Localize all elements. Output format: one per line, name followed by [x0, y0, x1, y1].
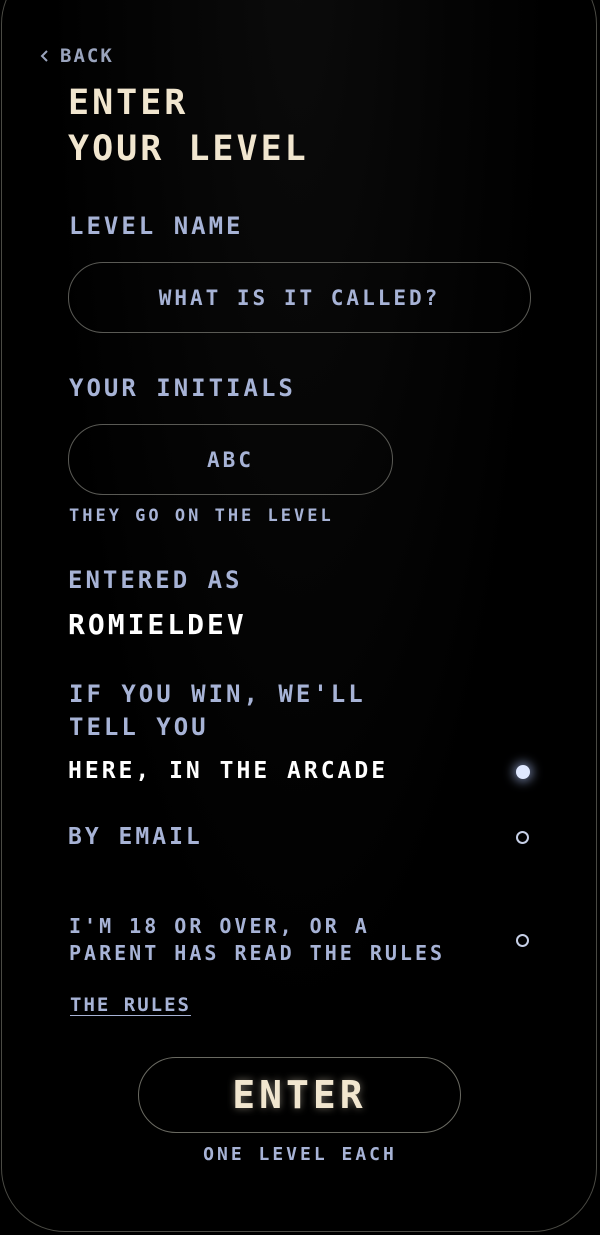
back-button[interactable]: BACK	[40, 45, 114, 67]
enter-note: ONE LEVEL EACH	[203, 1144, 397, 1165]
notify-option-email-label[interactable]: BY EMAIL	[68, 824, 203, 850]
consent-text[interactable]: I'M 18 OR OVER, OR A PARENT HAS READ THE…	[69, 913, 445, 967]
rules-link[interactable]: THE RULES	[70, 994, 191, 1016]
notify-label-line-1: IF YOU WIN, WE'LL	[69, 680, 366, 708]
notify-option-email-radio[interactable]	[516, 831, 529, 844]
page-title: ENTER YOUR LEVEL	[68, 80, 309, 172]
entered-as-value: ROMIELDEV	[68, 608, 247, 641]
chevron-left-icon	[40, 50, 48, 62]
page-title-line-1: ENTER	[68, 83, 189, 123]
initials-hint: THEY GO ON THE LEVEL	[69, 506, 334, 526]
initials-label: YOUR INITIALS	[69, 374, 296, 402]
initials-input[interactable]	[68, 424, 393, 495]
back-label: BACK	[60, 45, 114, 67]
page-title-line-2: YOUR LEVEL	[68, 129, 309, 169]
level-name-input[interactable]	[68, 262, 531, 333]
notify-option-arcade-radio[interactable]	[516, 765, 530, 779]
consent-checkbox[interactable]	[516, 934, 529, 947]
enter-button[interactable]: ENTER	[138, 1057, 461, 1133]
level-name-label: LEVEL NAME	[69, 212, 244, 240]
consent-text-line-1: I'M 18 OR OVER, OR A	[69, 914, 370, 938]
entered-as-label: ENTERED AS	[68, 566, 243, 594]
notify-label-line-2: TELL YOU	[69, 713, 209, 741]
consent-text-line-2: PARENT HAS READ THE RULES	[69, 941, 446, 965]
notify-option-arcade-label[interactable]: HERE, IN THE ARCADE	[68, 758, 388, 784]
